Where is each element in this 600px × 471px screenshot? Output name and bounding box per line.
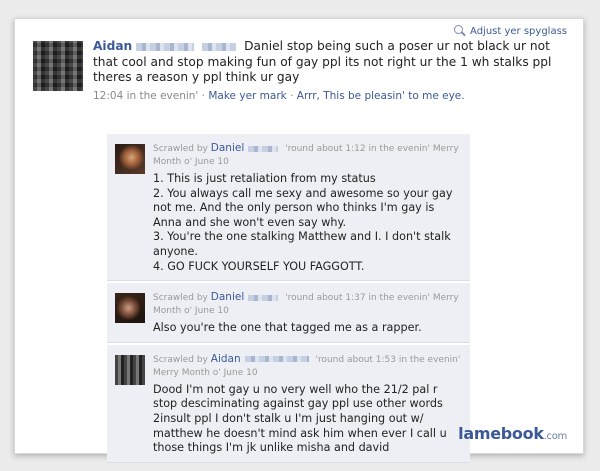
comment-item: Scrawled by Daniel 'round about 1:12 in … <box>107 134 470 282</box>
meta-separator: · <box>290 89 294 102</box>
story-card: Adjust yer spyglass Aidan Daniel stop be… <box>14 18 584 463</box>
comment-prefix: Scrawled by <box>153 144 208 154</box>
adjust-spyglass-link[interactable]: Adjust yer spyglass <box>454 25 567 37</box>
commenter-avatar[interactable] <box>115 144 145 174</box>
comment-author-name[interactable]: Aidan <box>211 353 241 365</box>
comment-prefix: Scrawled by <box>153 293 208 304</box>
like-link[interactable]: Arrr, This be pleasin' to me eye. <box>297 90 465 102</box>
comment-item: Scrawled by Aidan 'round about 1:53 in t… <box>107 344 470 463</box>
redacted-surname <box>136 42 195 51</box>
brand-suffix: .com <box>543 431 568 442</box>
make-mark-link[interactable]: Make yer mark <box>208 90 286 102</box>
comment-line: Dood I'm not gay u no very well who the … <box>153 382 447 455</box>
post-message-block: Aidan Daniel stop being such a poser ur … <box>93 39 573 86</box>
commenter-avatar[interactable] <box>115 354 145 385</box>
commenter-avatar[interactable] <box>115 293 145 324</box>
redacted-surname <box>248 294 279 301</box>
brand-name: lamebook <box>458 424 544 443</box>
post-time: 12:04 in the evenin' <box>93 89 199 102</box>
post-body: Aidan Daniel stop being such a poser ur … <box>93 39 573 104</box>
post-author-name[interactable]: Aidan <box>93 39 132 53</box>
magnifier-icon <box>454 25 466 37</box>
comment-meta: Scrawled by Aidan 'round about 1:53 in t… <box>153 353 462 380</box>
comment-meta: Scrawled by Daniel 'round about 1:12 in … <box>153 142 462 169</box>
meta-separator: · <box>201 89 206 102</box>
comments-list: Scrawled by Daniel 'round about 1:12 in … <box>107 134 470 465</box>
lamebook-logo: lamebook.com <box>458 424 567 443</box>
comment-text: 1. This is just retaliation from my stat… <box>153 172 462 274</box>
author-avatar[interactable] <box>33 41 83 91</box>
comment-line: 4. GO FUCK YOURSELF YOU FAGGOTT. <box>153 259 365 273</box>
comment-line: Also you're the one that tagged me as a … <box>153 321 422 335</box>
redacted-surname <box>202 42 237 51</box>
post-meta: 12:04 in the evenin' · Make yer mark · A… <box>93 89 573 105</box>
comment-author-name[interactable]: Daniel <box>211 142 244 154</box>
comment-line: 2. You always call me sexy and awesome s… <box>153 186 453 229</box>
comment-text: Also you're the one that tagged me as a … <box>153 321 462 336</box>
adjust-spyglass-label: Adjust yer spyglass <box>470 25 567 37</box>
redacted-surname <box>248 145 279 152</box>
comment-author-name[interactable]: Daniel <box>211 291 244 303</box>
comment-line: 3. You're the one stalking Matthew and I… <box>153 230 451 258</box>
comment-line: 1. This is just retaliation from my stat… <box>153 172 376 185</box>
comment-text: Dood I'm not gay u no very well who the … <box>153 383 462 456</box>
comment-meta: Scrawled by Daniel 'round about 1:37 in … <box>153 291 462 318</box>
redacted-surname <box>244 356 309 363</box>
comment-prefix: Scrawled by <box>153 354 208 365</box>
comment-item: Scrawled by Daniel 'round about 1:37 in … <box>107 283 470 343</box>
